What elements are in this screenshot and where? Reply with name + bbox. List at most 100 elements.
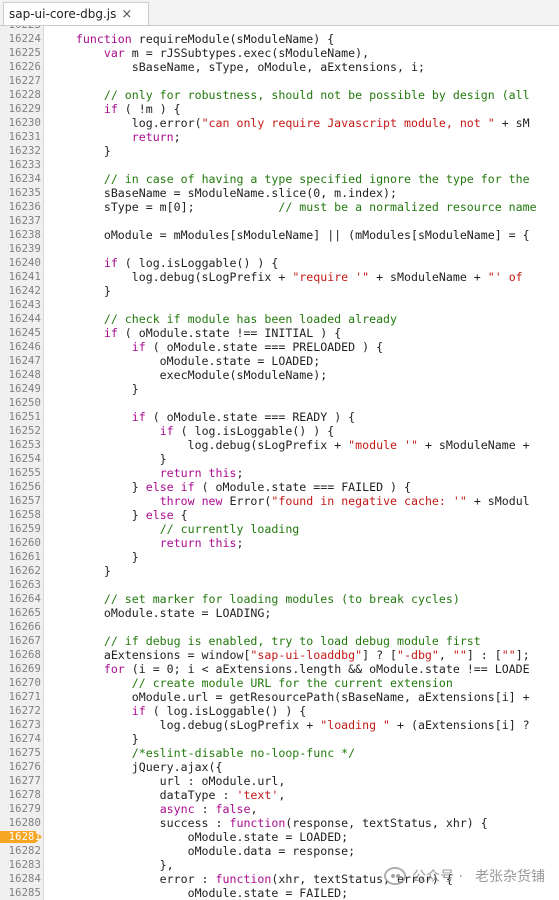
line-number[interactable]: 16247 bbox=[0, 354, 41, 368]
line-number[interactable]: 16224 bbox=[0, 32, 41, 46]
code-token: , bbox=[278, 788, 286, 802]
line-number[interactable]: 16229 bbox=[0, 102, 41, 116]
watermark-prefix: 公众号 · bbox=[412, 869, 463, 885]
code-text: }, bbox=[48, 858, 174, 872]
line-number[interactable]: 16275 bbox=[0, 746, 41, 760]
line-number[interactable]: 16227 bbox=[0, 74, 41, 88]
line-number[interactable]: 16231 bbox=[0, 130, 41, 144]
line-number[interactable]: 16264 bbox=[0, 592, 41, 606]
code-line: 16280 success : function(response, textS… bbox=[0, 816, 559, 830]
line-number[interactable]: 16259 bbox=[0, 522, 41, 536]
line-number[interactable]: 16240 bbox=[0, 256, 41, 270]
line-number[interactable]: 16276 bbox=[0, 760, 41, 774]
line-number[interactable]: 16281 bbox=[0, 830, 41, 844]
line-number[interactable]: 16252 bbox=[0, 424, 41, 438]
line-number[interactable]: 16268 bbox=[0, 648, 41, 662]
file-tab[interactable]: sap-ui-core-dbg.js × bbox=[3, 2, 149, 25]
line-number[interactable]: 16262 bbox=[0, 564, 41, 578]
code-text: if ( oModule.state === READY ) { bbox=[48, 410, 355, 424]
line-number[interactable]: 16232 bbox=[0, 144, 41, 158]
line-number[interactable]: 16254 bbox=[0, 452, 41, 466]
code-token: ]; bbox=[515, 648, 530, 662]
line-number[interactable]: 16270 bbox=[0, 676, 41, 690]
code-line: 16254 } bbox=[0, 452, 559, 466]
code-line: 16246 if ( oModule.state === PRELOADED )… bbox=[0, 340, 559, 354]
line-number[interactable]: 16283 bbox=[0, 858, 41, 872]
line-number[interactable]: 16251 bbox=[0, 410, 41, 424]
line-number[interactable]: 16230 bbox=[0, 116, 41, 130]
line-number[interactable]: 16267 bbox=[0, 634, 41, 648]
line-number[interactable]: 16225 bbox=[0, 46, 41, 60]
code-editor[interactable]: 1622316224 function requireModule(sModul… bbox=[0, 26, 559, 900]
line-number[interactable]: 16280 bbox=[0, 816, 41, 830]
line-number[interactable]: 16253 bbox=[0, 438, 41, 452]
code-text: for (i = 0; i < aExtensions.length && oM… bbox=[48, 662, 530, 676]
code-token: "module '" bbox=[348, 438, 418, 452]
line-number[interactable]: 16249 bbox=[0, 382, 41, 396]
code-text: } else if ( oModule.state === FAILED ) { bbox=[48, 480, 411, 494]
line-number[interactable]: 16257 bbox=[0, 494, 41, 508]
line-number[interactable]: 16239 bbox=[0, 242, 41, 256]
line-number[interactable]: 16244 bbox=[0, 312, 41, 326]
code-text: // currently loading bbox=[48, 522, 300, 536]
line-number[interactable]: 16245 bbox=[0, 326, 41, 340]
watermark-name: 老张杂货铺 bbox=[475, 869, 545, 885]
code-token: sType = m[0]; bbox=[48, 200, 279, 214]
line-number[interactable]: 16272 bbox=[0, 704, 41, 718]
code-token: ( oModule.state === READY ) { bbox=[145, 410, 356, 424]
line-number[interactable]: 16265 bbox=[0, 606, 41, 620]
line-number[interactable]: 16277 bbox=[0, 774, 41, 788]
line-number[interactable]: 16273 bbox=[0, 718, 41, 732]
line-number[interactable]: 16233 bbox=[0, 158, 41, 172]
line-number[interactable]: 16278 bbox=[0, 788, 41, 802]
watermark: 公众号 · 老张杂货铺 bbox=[384, 866, 545, 886]
line-number[interactable]: 16284 bbox=[0, 872, 41, 886]
code-line: 16252 if ( log.isLoggable() ) { bbox=[0, 424, 559, 438]
line-number[interactable]: 16238 bbox=[0, 228, 41, 242]
code-line: 16260 return this; bbox=[0, 536, 559, 550]
code-line: 16242 } bbox=[0, 284, 559, 298]
line-number[interactable]: 16256 bbox=[0, 480, 41, 494]
line-number[interactable]: 16243 bbox=[0, 298, 41, 312]
line-number[interactable]: 16279 bbox=[0, 802, 41, 816]
line-number[interactable]: 16260 bbox=[0, 536, 41, 550]
code-text: if ( log.isLoggable() ) { bbox=[48, 256, 279, 270]
code-line: 16264 // set marker for loading modules … bbox=[0, 592, 559, 606]
line-number[interactable]: 16263 bbox=[0, 578, 41, 592]
line-number[interactable]: 16285 bbox=[0, 886, 41, 900]
line-number[interactable]: 16237 bbox=[0, 214, 41, 228]
code-token: "sap-ui-loaddbg" bbox=[250, 648, 363, 662]
code-line: 16267 // if debug is enabled, try to loa… bbox=[0, 634, 559, 648]
line-number[interactable]: 16226 bbox=[0, 60, 41, 74]
line-number[interactable]: 16236 bbox=[0, 200, 41, 214]
line-number[interactable]: 16266 bbox=[0, 620, 41, 634]
line-number[interactable]: 16271 bbox=[0, 690, 41, 704]
line-number[interactable]: 16255 bbox=[0, 466, 41, 480]
code-text: if ( log.isLoggable() ) { bbox=[48, 424, 335, 438]
line-number[interactable]: 16228 bbox=[0, 88, 41, 102]
close-tab-icon[interactable]: × bbox=[121, 8, 132, 21]
line-number[interactable]: 16248 bbox=[0, 368, 41, 382]
line-number[interactable]: 16261 bbox=[0, 550, 41, 564]
code-text: if ( !m ) { bbox=[48, 102, 181, 116]
code-token: jQuery.ajax({ bbox=[48, 760, 223, 774]
line-number[interactable]: 16241 bbox=[0, 270, 41, 284]
line-number[interactable]: 16242 bbox=[0, 284, 41, 298]
line-number[interactable]: 16282 bbox=[0, 844, 41, 858]
code-text: // set marker for loading modules (to br… bbox=[48, 592, 460, 606]
code-token: if bbox=[159, 424, 174, 438]
code-line: 16266 bbox=[0, 620, 559, 634]
line-number[interactable]: 16258 bbox=[0, 508, 41, 522]
line-number[interactable]: 16246 bbox=[0, 340, 41, 354]
code-token: async bbox=[159, 802, 195, 816]
line-number[interactable]: 16235 bbox=[0, 186, 41, 200]
line-number[interactable]: 16269 bbox=[0, 662, 41, 676]
line-number[interactable]: 16250 bbox=[0, 396, 41, 410]
line-number[interactable]: 16274 bbox=[0, 732, 41, 746]
line-number[interactable]: 16234 bbox=[0, 172, 41, 186]
code-line: 16224 function requireModule(sModuleName… bbox=[0, 32, 559, 46]
